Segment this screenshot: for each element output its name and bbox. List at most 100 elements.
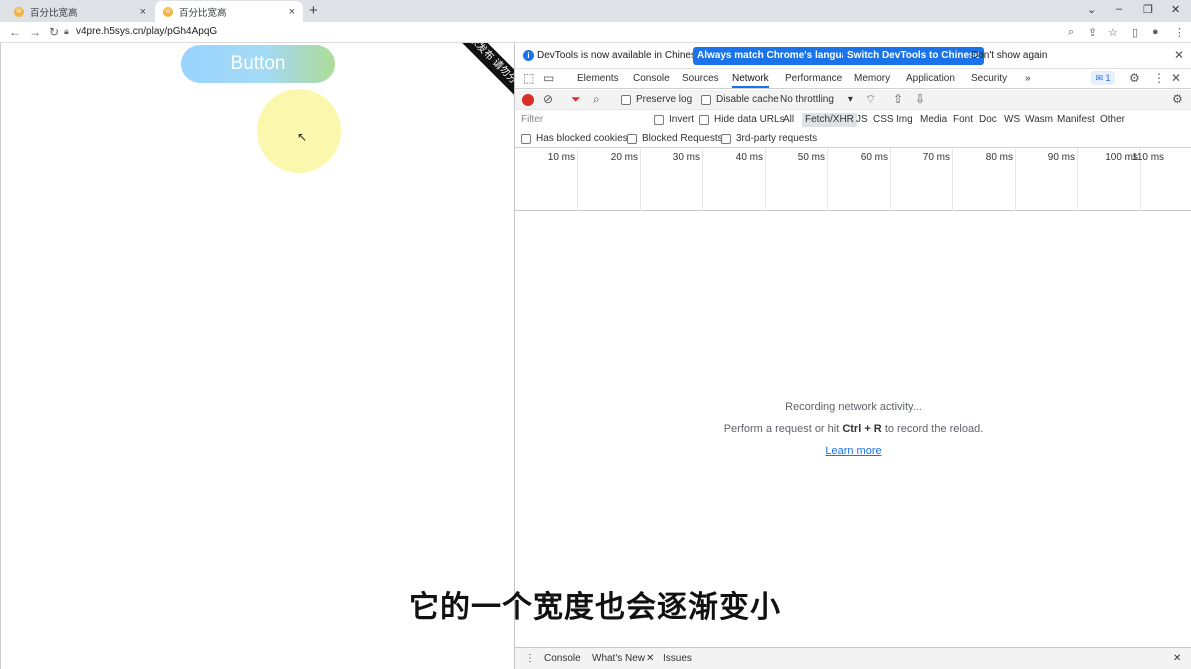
- network-settings-icon[interactable]: ⚙: [1172, 92, 1183, 106]
- disable-cache-checkbox[interactable]: Disable cache: [701, 94, 779, 105]
- filter-icon[interactable]: ⏷: [571, 92, 581, 107]
- tick-label: 40 ms: [735, 152, 763, 163]
- disable-cache-label: Disable cache: [716, 94, 779, 105]
- devtools-menu-icon[interactable]: ⋮: [1153, 71, 1165, 85]
- match-language-button[interactable]: Always match Chrome's language: [693, 47, 863, 65]
- type-ws[interactable]: WS: [1004, 114, 1020, 125]
- tab-memory[interactable]: Memory: [854, 73, 890, 84]
- tick-label: 10 ms: [547, 152, 575, 163]
- search-icon[interactable]: ⌕: [593, 92, 600, 107]
- dont-show-again-link[interactable]: Don't show again: [971, 50, 1047, 61]
- profile-avatar-icon[interactable]: ●: [1152, 26, 1159, 38]
- tick-label: 100 ms: [1105, 152, 1138, 163]
- blocked-cookies-checkbox[interactable]: Has blocked cookies: [521, 133, 628, 144]
- switch-chinese-button[interactable]: Switch DevTools to Chinese: [843, 47, 985, 65]
- tab-security[interactable]: Security: [971, 73, 1007, 84]
- issues-badge[interactable]: ✉ 1: [1091, 71, 1115, 85]
- recording-message: Recording network activity...: [785, 401, 922, 413]
- throttling-select[interactable]: No throttling ▾: [780, 94, 853, 105]
- address-bar: ← → ↻ 🔒︎ v4pre.h5sys.cn/play/pGh4ApqG ⌕ …: [0, 22, 1191, 43]
- type-manifest[interactable]: Manifest: [1057, 114, 1095, 125]
- tab-network[interactable]: Network: [732, 73, 769, 88]
- record-button[interactable]: [522, 94, 534, 106]
- drawer-tab-console[interactable]: Console: [544, 653, 581, 664]
- tab-application[interactable]: Application: [906, 73, 955, 84]
- type-all[interactable]: All: [783, 114, 794, 125]
- settings-gear-icon[interactable]: ⚙: [1129, 71, 1140, 85]
- zoom-icon[interactable]: ⌕: [1068, 26, 1074, 39]
- demo-button[interactable]: Button: [181, 45, 335, 83]
- close-window-button[interactable]: ✕: [1171, 3, 1180, 16]
- type-css[interactable]: CSS: [873, 114, 894, 125]
- unpublished-ribbon: 未发布 请勿分享: [450, 43, 514, 110]
- share-icon[interactable]: ⇪: [1088, 26, 1097, 39]
- side-panel-icon[interactable]: ▯: [1132, 26, 1138, 39]
- restore-button[interactable]: ❐: [1143, 3, 1153, 16]
- browser-tab-2[interactable]: W 百分比宽高 ×: [155, 1, 303, 22]
- perform-request-message: Perform a request or hit Ctrl + R to rec…: [515, 423, 1191, 435]
- network-toolbar: ⊘ ⏷ ⌕ Preserve log Disable cache No thro…: [515, 90, 1191, 110]
- blocked-requests-checkbox[interactable]: Blocked Requests: [627, 133, 723, 144]
- tab-performance[interactable]: Performance: [785, 73, 842, 84]
- blocked-requests-label: Blocked Requests: [642, 133, 723, 144]
- clear-icon[interactable]: ⊘: [543, 92, 553, 106]
- tab-console[interactable]: Console: [633, 73, 670, 84]
- preserve-log-checkbox[interactable]: Preserve log: [621, 94, 692, 105]
- type-fetch-xhr[interactable]: Fetch/XHR: [802, 113, 857, 127]
- devtools-tabs: ⬚ ▭ Elements Console Sources Network Per…: [515, 69, 1191, 89]
- type-js[interactable]: JS: [856, 114, 868, 125]
- type-font[interactable]: Font: [953, 114, 973, 125]
- bookmark-star-icon[interactable]: ☆: [1108, 26, 1118, 39]
- checkbox-box: [621, 94, 631, 105]
- inspect-element-icon[interactable]: ⬚: [523, 71, 534, 85]
- infobar-close-icon[interactable]: ✕: [1174, 48, 1184, 62]
- type-other[interactable]: Other: [1100, 114, 1125, 125]
- new-tab-button[interactable]: +: [309, 2, 318, 19]
- back-icon[interactable]: ←: [9, 25, 21, 39]
- checkbox-box: [654, 114, 664, 125]
- close-drawer-icon[interactable]: ✕: [1173, 653, 1181, 664]
- more-tabs-icon[interactable]: »: [1025, 73, 1031, 84]
- forward-icon[interactable]: →: [29, 25, 41, 39]
- type-wasm[interactable]: Wasm: [1025, 114, 1053, 125]
- tick-label: 60 ms: [860, 152, 888, 163]
- type-doc[interactable]: Doc: [979, 114, 997, 125]
- network-conditions-icon[interactable]: ⌔: [865, 92, 876, 107]
- export-har-icon[interactable]: ⇩: [915, 92, 925, 106]
- type-img[interactable]: Img: [896, 114, 913, 125]
- tab-elements[interactable]: Elements: [577, 73, 619, 84]
- drawer-tab-issues[interactable]: Issues: [663, 653, 692, 664]
- favicon-icon: W: [163, 6, 173, 17]
- tab-close-icon[interactable]: ×: [289, 6, 295, 18]
- tab-search-icon[interactable]: ⌄: [1087, 3, 1096, 16]
- device-toolbar-icon[interactable]: ▭: [543, 71, 554, 85]
- drawer-menu-icon[interactable]: ⋮: [525, 653, 535, 664]
- lock-icon[interactable]: 🔒︎: [64, 26, 69, 37]
- checkbox-box: [701, 94, 711, 105]
- close-devtools-icon[interactable]: ✕: [1171, 71, 1181, 85]
- import-har-icon[interactable]: ⇧: [893, 92, 903, 106]
- chrome-menu-icon[interactable]: ⋮: [1174, 26, 1185, 39]
- invert-label: Invert: [669, 114, 695, 125]
- issues-count: 1: [1105, 73, 1111, 83]
- reload-icon[interactable]: ↻: [49, 25, 59, 39]
- blocked-cookies-label: Has blocked cookies: [536, 133, 628, 144]
- checkbox-box: [627, 133, 637, 144]
- tick-label: 70 ms: [922, 152, 950, 163]
- filter-input[interactable]: Filter: [521, 114, 543, 125]
- drawer-tab-close-icon[interactable]: ✕: [646, 653, 654, 664]
- tab-close-icon[interactable]: ×: [140, 6, 146, 18]
- tab-sources[interactable]: Sources: [682, 73, 719, 84]
- third-party-checkbox[interactable]: 3rd-party requests: [721, 133, 817, 144]
- type-media[interactable]: Media: [920, 114, 947, 125]
- tick-label: 30 ms: [672, 152, 700, 163]
- invert-checkbox[interactable]: Invert: [654, 114, 694, 125]
- shortcut-text: Ctrl + R: [842, 423, 882, 435]
- browser-tab-1[interactable]: W 百分比宽高 ×: [6, 1, 154, 22]
- drawer-tab-whats-new[interactable]: What's New: [592, 653, 645, 664]
- minimize-button[interactable]: –: [1116, 3, 1122, 15]
- learn-more-link[interactable]: Learn more: [825, 445, 881, 457]
- hide-data-urls-checkbox[interactable]: Hide data URLs: [699, 114, 785, 125]
- url-field[interactable]: v4pre.h5sys.cn/play/pGh4ApqG: [76, 26, 217, 37]
- network-overview-timeline[interactable]: 10 ms 20 ms 30 ms 40 ms 50 ms 60 ms 70 m…: [515, 149, 1191, 211]
